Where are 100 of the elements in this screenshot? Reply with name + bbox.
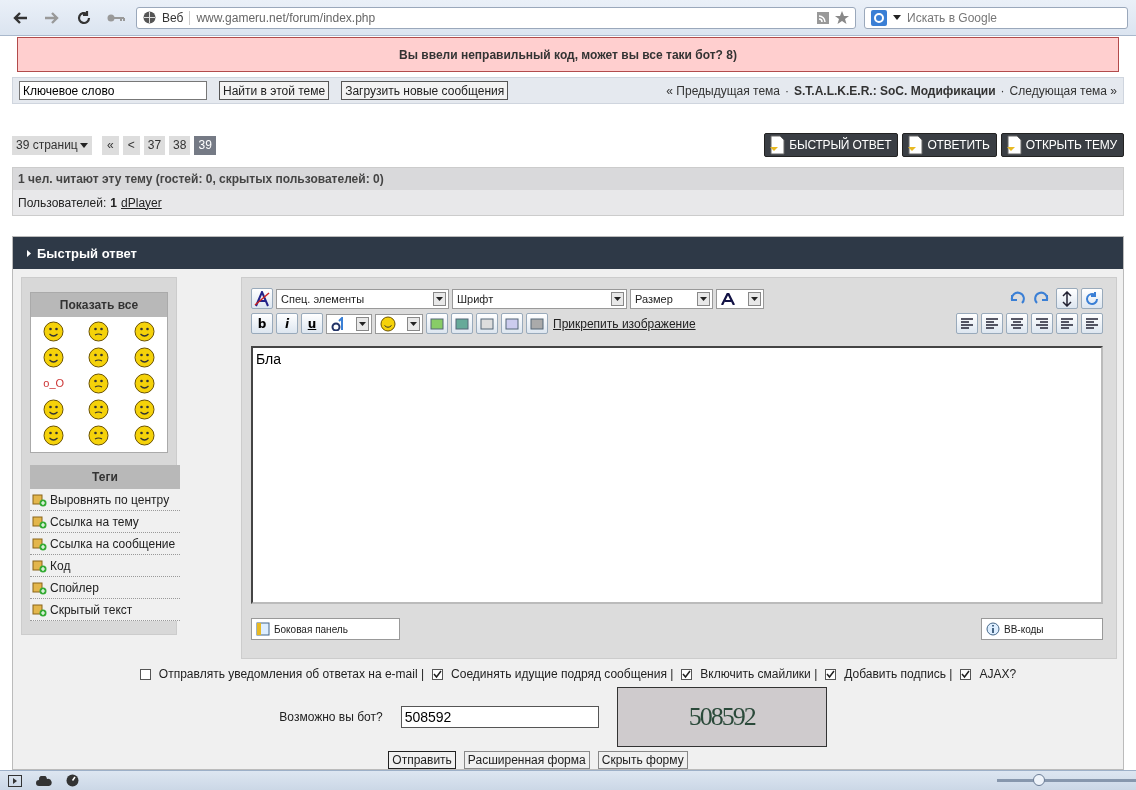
- page-link[interactable]: 39: [194, 135, 216, 155]
- smiley-icon[interactable]: [133, 321, 155, 342]
- checkbox[interactable]: [825, 668, 837, 680]
- media-button[interactable]: [526, 313, 548, 334]
- side-panel-button[interactable]: Боковая панель: [251, 618, 400, 640]
- address-bar[interactable]: Веб www.gameru.net/forum/index.php: [136, 6, 856, 29]
- select-field[interactable]: Спец. элементы: [276, 288, 449, 309]
- captcha-input[interactable]: 508592: [400, 706, 599, 728]
- indent-button[interactable]: [956, 313, 978, 334]
- box-plus-icon: [32, 492, 47, 507]
- format-button[interactable]: b: [251, 313, 273, 334]
- tag-item[interactable]: Код: [30, 555, 180, 577]
- align-left-button[interactable]: [981, 313, 1003, 334]
- topic-nav-link[interactable]: « Предыдущая тема: [666, 83, 781, 98]
- tag-item[interactable]: Выровнять по центру: [30, 489, 180, 511]
- cloud-icon[interactable]: [36, 775, 52, 786]
- online-title: 1 чел. читают эту тему (гостей: 0, скрытых пользователей: 0): [13, 168, 1123, 190]
- box-plus-icon: [32, 536, 47, 551]
- smiley-icon[interactable]: [43, 347, 65, 368]
- envelope-plus-button[interactable]: [476, 313, 498, 334]
- play-icon[interactable]: [8, 774, 22, 787]
- action-button[interactable]: БЫСТРЫЙ ОТВЕТ: [764, 133, 899, 157]
- attach-image-link[interactable]: Прикрепить изображение: [553, 316, 696, 331]
- document-icon: [769, 135, 786, 155]
- form-button[interactable]: Отправить: [388, 751, 456, 769]
- gauge-icon[interactable]: [66, 774, 79, 787]
- box-plus-icon: [32, 580, 47, 595]
- format-button[interactable]: u: [301, 313, 323, 334]
- smiley-icon[interactable]: [88, 399, 110, 420]
- smiley-icon[interactable]: [88, 321, 110, 342]
- search-field[interactable]: Искать в Google: [864, 6, 1128, 29]
- keyword-field[interactable]: Ключевое слово: [19, 81, 207, 101]
- tag-item[interactable]: Ссылка на сообщение: [30, 533, 180, 555]
- smiley-icon[interactable]: [133, 373, 155, 394]
- pages-dropdown[interactable]: 39 страниц: [12, 135, 92, 155]
- form-button[interactable]: Скрыть форму: [597, 751, 688, 769]
- format-button[interactable]: i: [276, 313, 298, 334]
- align-center-button[interactable]: [1006, 313, 1028, 334]
- bullet-list-button[interactable]: [1081, 313, 1103, 334]
- message-input[interactable]: Бла: [251, 346, 1103, 604]
- clear-format-button[interactable]: [251, 288, 273, 309]
- key-icon: [107, 12, 125, 23]
- checkbox[interactable]: [139, 668, 151, 680]
- box-plus-icon: [32, 514, 47, 529]
- align-left-icon: [985, 316, 999, 331]
- action-button[interactable]: ОТКРЫТЬ ТЕМУ: [1000, 133, 1124, 157]
- resize-button[interactable]: [1056, 288, 1078, 309]
- speech-bubble-button[interactable]: [501, 313, 523, 334]
- select-field[interactable]: Шрифт: [452, 288, 627, 309]
- forward-arrow-icon: [44, 10, 60, 25]
- smiley-icon[interactable]: [43, 399, 65, 420]
- image-add-button[interactable]: [426, 313, 448, 334]
- captcha-label: Возможно вы бот?: [279, 710, 383, 724]
- form-button[interactable]: Расширенная форма: [463, 751, 590, 769]
- select-value: Спец. элементы: [281, 292, 365, 305]
- font-style-select[interactable]: [326, 313, 372, 334]
- refresh-button[interactable]: [1081, 288, 1103, 309]
- picture-button[interactable]: [451, 313, 473, 334]
- select-field[interactable]: Размер: [630, 288, 713, 309]
- site-label: Веб: [162, 10, 191, 25]
- font-color-select[interactable]: [716, 288, 764, 309]
- checkbox[interactable]: [960, 668, 972, 680]
- checkbox[interactable]: [432, 668, 444, 680]
- search-button[interactable]: Загрузить новые сообщения: [341, 81, 509, 101]
- bbcodes-button[interactable]: BB-коды: [981, 618, 1103, 640]
- align-right-button[interactable]: [1031, 313, 1053, 334]
- search-button[interactable]: Найти в этой теме: [219, 81, 330, 101]
- numbered-list-button[interactable]: [1056, 313, 1078, 334]
- star-icon[interactable]: [835, 10, 849, 25]
- smiley-icon[interactable]: [43, 321, 65, 342]
- option-label: AJAX?: [979, 667, 1017, 681]
- smiley-select[interactable]: [375, 313, 423, 334]
- show-all-header[interactable]: Показать все: [31, 293, 167, 317]
- page-link[interactable]: 38: [169, 135, 191, 155]
- smiley-icon[interactable]: [43, 425, 65, 446]
- smiley-icon[interactable]: [88, 425, 110, 446]
- smiley-icon[interactable]: [133, 425, 155, 446]
- smiley-text[interactable]: o_O: [43, 373, 65, 394]
- page-link[interactable]: <: [122, 135, 140, 155]
- user-link[interactable]: dPlayer: [121, 195, 162, 210]
- topic-title-link[interactable]: S.T.A.L.K.E.R.: SoC. Модификации: [794, 83, 996, 98]
- tag-label: Выровнять по центру: [50, 492, 170, 507]
- tag-item[interactable]: Скрытый текст: [30, 599, 180, 621]
- vertical-arrows-icon: [1061, 290, 1073, 307]
- smiley-icon[interactable]: [133, 399, 155, 420]
- topic-nav-link[interactable]: Следующая тема »: [1009, 83, 1117, 98]
- caret-icon: [79, 142, 88, 148]
- action-button[interactable]: ОТВЕТИТЬ: [902, 133, 997, 157]
- info-icon: [986, 622, 1000, 636]
- slider-thumb[interactable]: [1032, 773, 1045, 786]
- page-link[interactable]: 37: [143, 135, 166, 155]
- tag-item[interactable]: Спойлер: [30, 577, 180, 599]
- smiley-icon[interactable]: [88, 347, 110, 368]
- align-right-icon: [1035, 316, 1049, 331]
- smiley-icon[interactable]: [88, 373, 110, 394]
- smiley-icon[interactable]: [133, 347, 155, 368]
- tag-item[interactable]: Ссылка на тему: [30, 511, 180, 533]
- page-link[interactable]: «: [101, 135, 119, 155]
- rss-icon: [817, 11, 829, 24]
- checkbox[interactable]: [681, 668, 693, 680]
